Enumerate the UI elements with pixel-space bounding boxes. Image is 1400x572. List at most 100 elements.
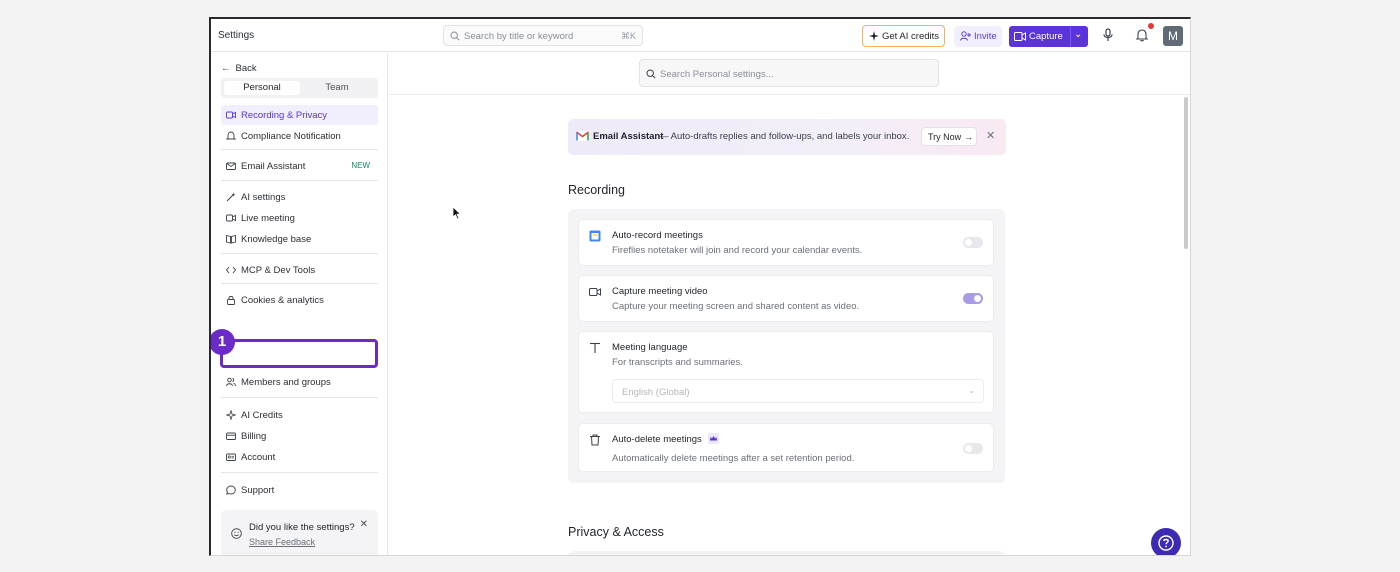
settings-sidebar: ← Back Personal Team Recording & Privacy … xyxy=(211,53,388,555)
sidebar-item-account[interactable]: Account xyxy=(221,447,378,467)
capture-divider xyxy=(1070,26,1071,47)
microphone-icon[interactable] xyxy=(1101,28,1115,42)
sidebar-divider xyxy=(221,397,378,398)
settings-window: Settings Search by title or keyword ⌘K G… xyxy=(209,17,1191,556)
sidebar-item-live-meeting[interactable]: Live meeting xyxy=(221,208,378,228)
capture-video-toggle[interactable] xyxy=(963,293,983,304)
meeting-language-select[interactable]: English (Global) ⌄ xyxy=(612,379,984,403)
mail-icon xyxy=(226,162,236,170)
video-icon xyxy=(589,288,601,296)
bell-icon[interactable] xyxy=(1135,28,1149,42)
sidebar-divider xyxy=(221,149,378,150)
sidebar-divider xyxy=(221,283,378,284)
chevron-down-icon: ⌄ xyxy=(968,386,975,395)
capture-video-description: Capture your meeting screen and shared c… xyxy=(612,301,860,312)
auto-record-card: Auto-record meetings Fireflies notetaker… xyxy=(578,219,994,266)
capture-video-title: Capture meeting video xyxy=(612,286,708,297)
toggle-knob xyxy=(965,445,972,452)
recording-settings-group: Auto-record meetings Fireflies notetaker… xyxy=(568,209,1005,483)
sidebar-item-label: MCP & Dev Tools xyxy=(241,265,316,276)
question-mark-icon xyxy=(1158,535,1174,551)
sidebar-item-label: Cookies & analytics xyxy=(241,295,324,306)
sidebar-item-recording-privacy[interactable]: Recording & Privacy xyxy=(221,105,378,125)
scope-toggle: Personal Team xyxy=(221,78,378,98)
sidebar-item-label: Billing xyxy=(241,431,267,442)
bell-icon xyxy=(226,131,236,140)
try-now-button[interactable]: Try Now → xyxy=(921,127,977,146)
sidebar-divider xyxy=(221,472,378,473)
sidebar-item-knowledge-base[interactable]: Knowledge base xyxy=(221,229,378,249)
sparkle-icon xyxy=(869,31,879,41)
meeting-language-card: Meeting language For transcripts and sum… xyxy=(578,331,994,413)
auto-delete-toggle[interactable] xyxy=(963,443,983,454)
banner-text: — Auto-drafts replies and follow-ups, an… xyxy=(659,131,910,142)
search-icon xyxy=(450,31,460,41)
banner-title: Email Assistant xyxy=(593,131,664,142)
sidebar-item-label: AI Credits xyxy=(241,410,283,421)
calendar-icon xyxy=(589,230,601,242)
sidebar-item-support[interactable]: Support xyxy=(221,480,378,500)
tab-personal[interactable]: Personal xyxy=(224,81,300,95)
sidebar-item-label: Support xyxy=(241,485,275,496)
search-shortcut: ⌘K xyxy=(620,31,636,41)
sidebar-item-ai-credits[interactable]: AI Credits xyxy=(221,405,378,425)
get-ai-credits-button[interactable]: Get AI credits xyxy=(862,25,945,47)
sidebar-item-label: Email Assistant xyxy=(241,161,306,172)
invite-button[interactable]: Invite xyxy=(954,26,1002,47)
live-icon xyxy=(226,214,236,222)
gmail-icon xyxy=(576,131,589,141)
video-icon xyxy=(1014,32,1026,41)
arrow-right-icon: → xyxy=(964,132,973,142)
notification-dot xyxy=(1148,23,1154,29)
sidebar-item-ai-settings[interactable]: AI settings xyxy=(221,187,378,207)
new-badge: NEW xyxy=(351,161,370,170)
auto-delete-card: Auto-delete meetings Automatically delet… xyxy=(578,423,994,472)
share-feedback-link[interactable]: Share Feedback xyxy=(249,537,315,547)
meeting-language-description: For transcripts and summaries. xyxy=(612,357,743,368)
sidebar-item-label: Knowledge base xyxy=(241,234,312,245)
personal-settings-search-input[interactable]: Search Personal settings... xyxy=(639,59,939,87)
chevron-down-icon[interactable]: ⌄ xyxy=(1074,29,1082,40)
tab-team[interactable]: Team xyxy=(299,81,375,95)
sidebar-item-cookies-analytics[interactable]: Cookies & analytics xyxy=(221,290,378,310)
help-button[interactable] xyxy=(1151,528,1181,555)
auto-delete-title-row: Auto-delete meetings xyxy=(612,433,719,446)
close-icon[interactable]: ✕ xyxy=(986,129,995,142)
scrollbar[interactable] xyxy=(1184,97,1188,249)
back-link[interactable]: ← Back xyxy=(221,63,257,74)
sidebar-divider xyxy=(221,253,378,254)
sidebar-item-mcp-dev-tools[interactable]: MCP & Dev Tools xyxy=(221,260,378,280)
mouse-cursor-icon xyxy=(452,206,462,220)
auto-delete-title: Auto-delete meetings xyxy=(612,434,702,446)
window-title: Settings xyxy=(218,30,255,41)
capture-button[interactable]: Capture ⌄ xyxy=(1009,26,1088,47)
sidebar-item-email-assistant[interactable]: Email Assistant NEW xyxy=(221,156,378,176)
avatar[interactable]: M xyxy=(1163,26,1183,46)
back-label: Back xyxy=(235,63,257,74)
premium-icon xyxy=(707,433,719,444)
close-icon[interactable]: ✕ xyxy=(360,519,368,530)
id-card-icon xyxy=(226,453,236,461)
annotation-highlight-box xyxy=(220,339,378,368)
auto-record-toggle[interactable] xyxy=(963,237,983,248)
auto-record-title: Auto-record meetings xyxy=(612,230,703,241)
annotation-marker: 1 xyxy=(211,329,235,355)
sidebar-item-compliance-notification[interactable]: Compliance Notification xyxy=(221,126,378,146)
video-icon xyxy=(226,111,236,119)
sidebar-item-billing[interactable]: Billing xyxy=(221,426,378,446)
global-search-input[interactable]: Search by title or keyword ⌘K xyxy=(443,25,643,46)
sidebar-item-label: Compliance Notification xyxy=(241,131,341,142)
text-icon xyxy=(590,342,600,353)
card-icon xyxy=(226,432,236,440)
chat-icon xyxy=(226,485,236,495)
code-icon xyxy=(226,266,236,274)
sidebar-item-members-groups[interactable]: Members and groups xyxy=(221,372,378,392)
recording-section-title: Recording xyxy=(568,183,625,197)
privacy-settings-group xyxy=(568,551,1005,555)
book-icon xyxy=(226,234,236,244)
capture-label: Capture xyxy=(1029,31,1063,42)
settings-main: Search Personal settings... Email Assist… xyxy=(389,53,1190,555)
lock-icon xyxy=(227,296,235,305)
selected-language: English (Global) xyxy=(622,387,690,398)
sparkle-icon xyxy=(226,410,236,420)
